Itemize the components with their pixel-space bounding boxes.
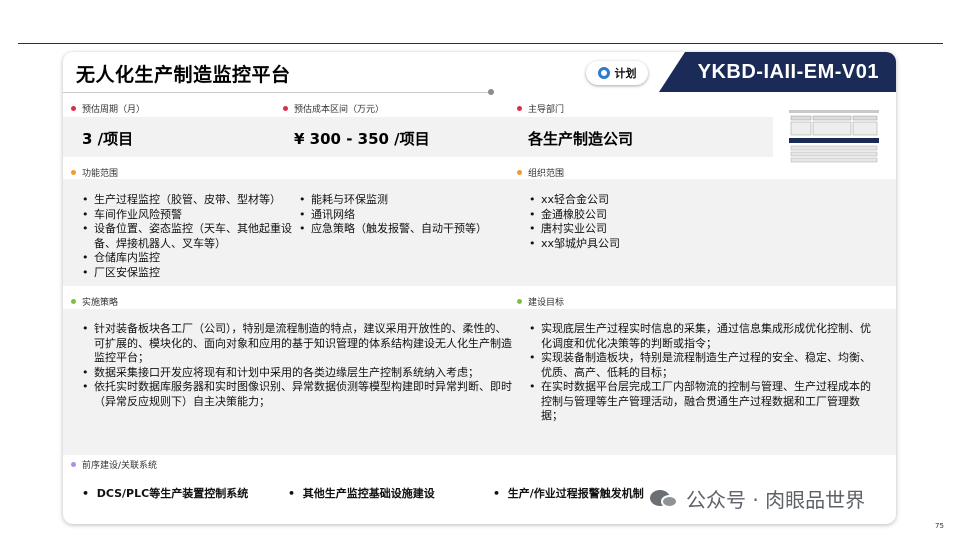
list-item: 在实时数据平台层完成工厂内部物流的控制与管理、生产过程成本的控制与管理等生产管理…	[529, 380, 879, 424]
prereq-item-3: • 生产/作业过程报警触发机制	[493, 487, 644, 500]
prereq-item-1: • DCS/PLC等生产装置控制系统	[82, 487, 249, 500]
org-scope-label: 组织范围	[517, 166, 564, 179]
list-item: 唐村实业公司	[529, 222, 729, 237]
list-item: 仓储库内监控	[82, 251, 300, 266]
cost-value: ¥ 300 - 350 /项目	[294, 130, 430, 148]
prereq-item-2: • 其他生产监控基础设施建设	[288, 487, 435, 500]
list-item: 通讯网络	[299, 208, 519, 223]
watermark: 公众号 · 肉眼品世界	[650, 484, 865, 513]
red-dot-icon	[517, 106, 522, 111]
list-item: 依托实时数据库服务器和实时图像识别、异常数据侦测等模型构建即时异常判断、即时（异…	[82, 380, 512, 409]
red-dot-icon	[283, 106, 288, 111]
prereq-label: 前序建设/关联系统	[71, 458, 157, 471]
list-item: xx轻合金公司	[529, 193, 729, 208]
function-scope-label: 功能范围	[71, 166, 118, 179]
list-item: 应急策略（触发报警、自动干预等）	[299, 222, 519, 237]
top-divider	[18, 43, 943, 44]
status-badge[interactable]: 计划	[586, 61, 648, 85]
strategy-label: 实施策略	[71, 295, 118, 308]
page-number: 75	[935, 522, 944, 530]
list-item: 设备位置、姿态监控（天车、其他起重设备、焊接机器人、叉车等）	[82, 222, 300, 251]
dept-label: 主导部门	[517, 102, 564, 115]
title-underline	[63, 92, 489, 93]
purple-dot-icon	[71, 462, 76, 467]
status-radio-icon	[597, 67, 610, 79]
document-thumbnail	[789, 108, 879, 168]
list-item: 能耗与环保监测	[299, 193, 519, 208]
wechat-icon	[650, 488, 680, 510]
list-item: 生产过程监控（胶管、皮带、型材等）	[82, 193, 300, 208]
orange-dot-icon	[71, 170, 76, 175]
org-scope-list: xx轻合金公司 金通橡胶公司 唐村实业公司 xx邹城炉具公司	[529, 193, 729, 251]
period-label: 预估周期（月）	[71, 102, 145, 115]
green-dot-icon	[517, 299, 522, 304]
page-title: 无人化生产制造监控平台	[76, 64, 291, 86]
strategy-list: 针对装备板块各工厂（公司），特别是流程制造的特点，建议采用开放性的、柔性的、可扩…	[82, 322, 512, 409]
title-underline-dot	[488, 89, 494, 95]
orange-dot-icon	[517, 170, 522, 175]
list-item: 厂区安保监控	[82, 266, 300, 281]
status-label: 计划	[614, 67, 637, 80]
project-code-banner: YKBD-IAII-EM-V01	[659, 52, 896, 92]
period-value: 3 /项目	[82, 130, 134, 148]
function-scope-list-2: 能耗与环保监测 通讯网络 应急策略（触发报警、自动干预等）	[299, 193, 519, 237]
list-item: 针对装备板块各工厂（公司），特别是流程制造的特点，建议采用开放性的、柔性的、可扩…	[82, 322, 512, 366]
list-item: 实现底层生产过程实时信息的采集，通过信息集成形成优化控制、优化调度和优化决策等的…	[529, 322, 879, 351]
red-dot-icon	[71, 106, 76, 111]
project-card: 无人化生产制造监控平台 计划 YKBD-IAII-EM-V01 预估周期（月） …	[63, 52, 896, 524]
green-dot-icon	[71, 299, 76, 304]
list-item: 实现装备制造板块，特别是流程制造生产过程的安全、稳定、均衡、优质、高产、低耗的目…	[529, 351, 879, 380]
goals-label: 建设目标	[517, 295, 564, 308]
list-item: xx邹城炉具公司	[529, 237, 729, 252]
list-item: 金通橡胶公司	[529, 208, 729, 223]
list-item: 数据采集接口开发应将现有和计划中采用的各类边缘层生产控制系统纳入考虑；	[82, 366, 512, 381]
list-item: 车间作业风险预警	[82, 208, 300, 223]
cost-label: 预估成本区间（万元）	[283, 102, 384, 115]
project-code: YKBD-IAII-EM-V01	[697, 60, 879, 83]
function-scope-list-1: 生产过程监控（胶管、皮带、型材等） 车间作业风险预警 设备位置、姿态监控（天车、…	[82, 193, 300, 280]
goals-list: 实现底层生产过程实时信息的采集，通过信息集成形成优化控制、优化调度和优化决策等的…	[529, 322, 879, 424]
dept-value: 各生产制造公司	[528, 130, 634, 148]
